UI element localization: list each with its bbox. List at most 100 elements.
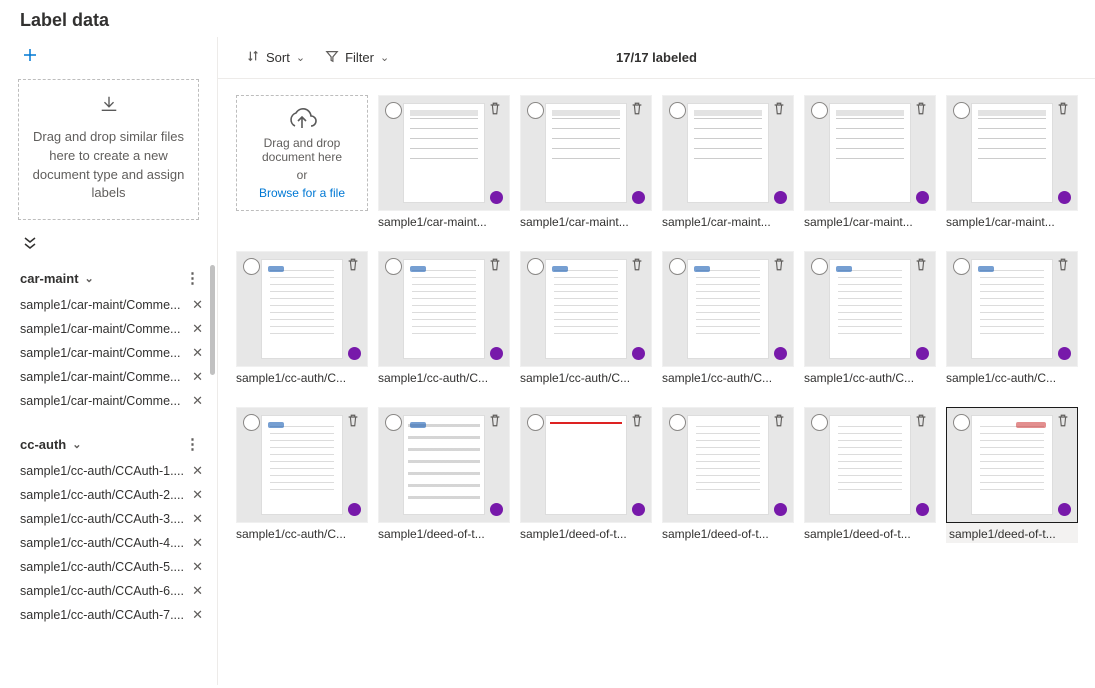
select-checkbox[interactable] [811, 102, 828, 119]
document-card[interactable]: sample1/deed-of-t... [946, 407, 1078, 543]
document-card[interactable]: sample1/cc-auth/C... [378, 251, 510, 385]
delete-button[interactable] [627, 100, 647, 120]
file-item[interactable]: sample1/cc-auth/CCAuth-3....✕ [20, 507, 213, 531]
document-thumbnail[interactable] [804, 407, 936, 523]
remove-file-button[interactable]: ✕ [186, 321, 209, 337]
document-thumbnail[interactable] [236, 407, 368, 523]
delete-button[interactable] [627, 256, 647, 276]
remove-file-button[interactable]: ✕ [186, 583, 209, 599]
document-card[interactable]: sample1/car-maint... [804, 95, 936, 229]
document-thumbnail[interactable] [946, 407, 1078, 523]
select-checkbox[interactable] [811, 414, 828, 431]
delete-button[interactable] [1053, 100, 1073, 120]
select-checkbox[interactable] [669, 414, 686, 431]
group-toggle[interactable]: cc-auth⌄ [20, 437, 81, 452]
select-checkbox[interactable] [811, 258, 828, 275]
delete-button[interactable] [1053, 256, 1073, 276]
document-card[interactable]: sample1/cc-auth/C... [946, 251, 1078, 385]
document-thumbnail[interactable] [946, 251, 1078, 367]
scrollbar-thumb[interactable] [210, 265, 215, 375]
delete-button[interactable] [485, 412, 505, 432]
remove-file-button[interactable]: ✕ [186, 559, 209, 575]
document-card[interactable]: sample1/car-maint... [378, 95, 510, 229]
select-checkbox[interactable] [527, 258, 544, 275]
file-item[interactable]: sample1/car-maint/Comme...✕ [20, 293, 213, 317]
select-checkbox[interactable] [953, 414, 970, 431]
document-thumbnail[interactable] [236, 251, 368, 367]
document-card[interactable]: sample1/deed-of-t... [804, 407, 936, 543]
delete-button[interactable] [1053, 412, 1073, 432]
delete-button[interactable] [343, 256, 363, 276]
file-item[interactable]: sample1/cc-auth/CCAuth-7....✕ [20, 603, 213, 627]
delete-button[interactable] [485, 256, 505, 276]
document-thumbnail[interactable] [662, 251, 794, 367]
delete-button[interactable] [343, 412, 363, 432]
delete-button[interactable] [769, 100, 789, 120]
select-checkbox[interactable] [953, 258, 970, 275]
select-checkbox[interactable] [243, 258, 260, 275]
browse-link[interactable]: Browse for a file [259, 186, 345, 200]
document-card[interactable]: sample1/cc-auth/C... [236, 251, 368, 385]
file-item[interactable]: sample1/car-maint/Comme...✕ [20, 365, 213, 389]
document-card[interactable]: sample1/deed-of-t... [520, 407, 652, 543]
file-item[interactable]: sample1/cc-auth/CCAuth-6....✕ [20, 579, 213, 603]
file-item[interactable]: sample1/car-maint/Comme...✕ [20, 341, 213, 365]
delete-button[interactable] [769, 412, 789, 432]
document-card[interactable]: sample1/car-maint... [520, 95, 652, 229]
select-checkbox[interactable] [669, 102, 686, 119]
delete-button[interactable] [911, 100, 931, 120]
document-thumbnail[interactable] [520, 95, 652, 211]
document-thumbnail[interactable] [520, 251, 652, 367]
remove-file-button[interactable]: ✕ [186, 607, 209, 623]
select-checkbox[interactable] [385, 102, 402, 119]
document-thumbnail[interactable] [378, 407, 510, 523]
document-thumbnail[interactable] [378, 251, 510, 367]
document-thumbnail[interactable] [662, 407, 794, 523]
select-checkbox[interactable] [385, 258, 402, 275]
remove-file-button[interactable]: ✕ [186, 297, 209, 313]
delete-button[interactable] [911, 412, 931, 432]
file-item[interactable]: sample1/cc-auth/CCAuth-2....✕ [20, 483, 213, 507]
file-item[interactable]: sample1/cc-auth/CCAuth-5....✕ [20, 555, 213, 579]
select-checkbox[interactable] [953, 102, 970, 119]
delete-button[interactable] [911, 256, 931, 276]
document-thumbnail[interactable] [804, 251, 936, 367]
remove-file-button[interactable]: ✕ [186, 535, 209, 551]
remove-file-button[interactable]: ✕ [186, 463, 209, 479]
remove-file-button[interactable]: ✕ [186, 487, 209, 503]
file-item[interactable]: sample1/cc-auth/CCAuth-4....✕ [20, 531, 213, 555]
document-card[interactable]: sample1/cc-auth/C... [662, 251, 794, 385]
remove-file-button[interactable]: ✕ [186, 369, 209, 385]
new-type-dropzone[interactable]: Drag and drop similar files here to crea… [18, 79, 199, 220]
sort-button[interactable]: Sort ⌄ [236, 45, 315, 70]
document-thumbnail[interactable] [520, 407, 652, 523]
document-card[interactable]: sample1/cc-auth/C... [236, 407, 368, 543]
document-card[interactable]: sample1/cc-auth/C... [520, 251, 652, 385]
select-checkbox[interactable] [385, 414, 402, 431]
remove-file-button[interactable]: ✕ [186, 345, 209, 361]
remove-file-button[interactable]: ✕ [186, 511, 209, 527]
document-thumbnail[interactable] [662, 95, 794, 211]
group-more-button[interactable]: ⋮ [179, 269, 207, 287]
remove-file-button[interactable]: ✕ [186, 393, 209, 409]
select-checkbox[interactable] [527, 414, 544, 431]
add-document-type-button[interactable] [0, 37, 217, 79]
select-checkbox[interactable] [243, 414, 260, 431]
document-card[interactable]: sample1/cc-auth/C... [804, 251, 936, 385]
file-item[interactable]: sample1/cc-auth/CCAuth-1....✕ [20, 459, 213, 483]
group-more-button[interactable]: ⋮ [179, 435, 207, 453]
upload-dropzone[interactable]: Drag and drop document here or Browse fo… [236, 95, 368, 211]
document-thumbnail[interactable] [378, 95, 510, 211]
document-card[interactable]: sample1/deed-of-t... [662, 407, 794, 543]
delete-button[interactable] [627, 412, 647, 432]
collapse-all-button[interactable] [0, 232, 217, 265]
file-item[interactable]: sample1/car-maint/Comme...✕ [20, 317, 213, 341]
select-checkbox[interactable] [527, 102, 544, 119]
document-card[interactable]: sample1/deed-of-t... [378, 407, 510, 543]
filter-button[interactable]: Filter ⌄ [315, 45, 399, 70]
document-thumbnail[interactable] [946, 95, 1078, 211]
delete-button[interactable] [769, 256, 789, 276]
document-card[interactable]: sample1/car-maint... [946, 95, 1078, 229]
document-card[interactable]: sample1/car-maint... [662, 95, 794, 229]
document-thumbnail[interactable] [804, 95, 936, 211]
